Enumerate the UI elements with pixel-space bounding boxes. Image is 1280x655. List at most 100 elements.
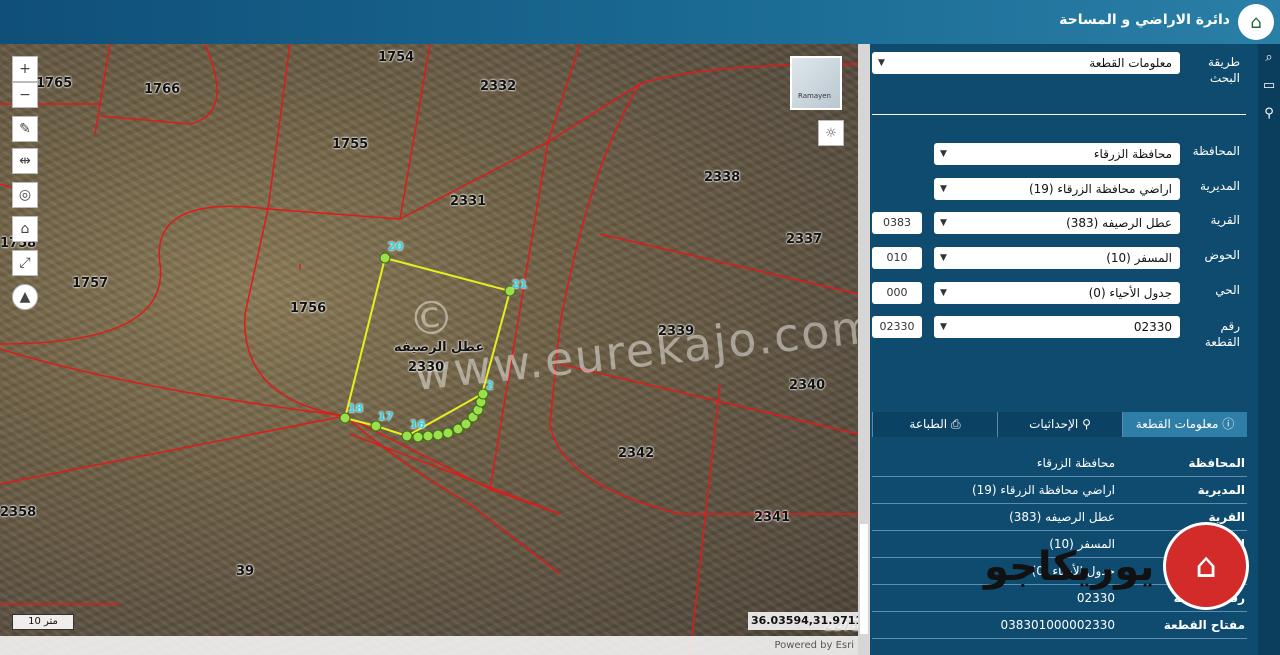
basin-select[interactable]: المسفر (10) ▼ xyxy=(934,247,1180,269)
parcel-label: 2339 xyxy=(658,324,695,339)
info-tabs: ⓘ معلومات القطعة ⚲ الإحداثيات ⎙ الطباعة xyxy=(872,412,1247,437)
basin-code[interactable]: 010 xyxy=(872,247,922,269)
directorate-value: اراضي محافظة الزرقاء (19) xyxy=(1028,182,1172,196)
field-label: الحي xyxy=(1215,283,1240,297)
search-method-value: معلومات القطعة xyxy=(1089,56,1172,70)
chevron-down-icon: ▼ xyxy=(940,149,947,159)
dls-seal-icon[interactable]: ⌂ xyxy=(1238,4,1274,40)
search-icon[interactable]: ⌕ xyxy=(1260,50,1278,72)
governorate-select[interactable]: محافظة الزرقاء ▼ xyxy=(934,143,1180,165)
field-label: القرية xyxy=(1210,213,1240,227)
brand-logo-icon: ⌂ xyxy=(1163,522,1249,610)
person-pin-icon: ⚲ xyxy=(1078,417,1091,431)
home-icon[interactable]: ⌂ xyxy=(12,216,38,242)
tab-parcel-info[interactable]: ⓘ معلومات القطعة xyxy=(1122,412,1247,437)
layers-icon[interactable]: ▭ xyxy=(1260,78,1278,100)
measure-icon[interactable]: ⇹ xyxy=(12,148,38,174)
chevron-down-icon: ▼ xyxy=(940,184,947,194)
field-label: الحوض xyxy=(1204,248,1240,262)
tab-print[interactable]: ⎙ الطباعة xyxy=(872,412,997,437)
map-view[interactable]: © www.eurekajo.com 1765 1766 1754 2332 1… xyxy=(0,44,858,655)
vertex-label: 20 xyxy=(388,240,404,253)
parcel-label: 1766 xyxy=(144,82,181,97)
panel-scrollbar[interactable] xyxy=(858,44,870,655)
parcel-label: 2337 xyxy=(786,232,823,247)
field-label: المحافظة xyxy=(1192,144,1240,158)
tab-label: معلومات القطعة xyxy=(1135,417,1219,431)
scrollbar-thumb[interactable] xyxy=(860,524,868,634)
info-key: مفتاح القطعة xyxy=(1163,618,1245,632)
location-pin-icon[interactable]: ⚲ xyxy=(1260,106,1278,128)
scale-bar: 10 متر xyxy=(12,614,74,630)
resize-icon[interactable]: ⤢ xyxy=(12,250,38,276)
parcel-number-value: 02330 xyxy=(1133,320,1172,334)
village-code[interactable]: 0383 xyxy=(872,212,922,234)
vertex-label: 16 xyxy=(410,418,426,431)
neighborhood-select[interactable]: جدول الأحياء (0) ▼ xyxy=(934,282,1180,304)
parcel-label: 2332 xyxy=(480,79,517,94)
parcel-label: 2342 xyxy=(618,446,655,461)
search-method-select[interactable]: معلومات القطعة ▼ xyxy=(872,52,1180,74)
village-value: عطل الرصيفه (383) xyxy=(1066,216,1172,230)
field-label: المديرية xyxy=(1200,179,1240,193)
zoom-out-icon[interactable]: − xyxy=(12,82,38,108)
vertex-label: 2 xyxy=(486,379,494,392)
parcel-label: 1755 xyxy=(332,137,369,152)
village-select[interactable]: عطل الرصيفه (383) ▼ xyxy=(934,212,1180,234)
field-label: رقم القطعة xyxy=(1204,319,1240,349)
side-toolbar: ⌕ ▭ ⚲ xyxy=(1258,44,1280,655)
divider xyxy=(872,114,1246,115)
basin-value: المسفر (10) xyxy=(1106,251,1172,265)
parcel-label: 2341 xyxy=(754,510,791,525)
parcel-label: 2331 xyxy=(450,194,487,209)
chevron-down-icon: ▼ xyxy=(940,253,947,263)
app-title: دائرة الاراضي و المساحة xyxy=(1059,12,1230,28)
parcel-label: 39 xyxy=(236,564,255,579)
info-key: المديرية xyxy=(1197,483,1245,497)
parcel-label: 2358 xyxy=(0,505,37,520)
coordinates-readout: 36.03594,31.97117 xyxy=(748,612,858,630)
tab-label: الإحداثيات xyxy=(1029,417,1079,431)
vertex-label: 18 xyxy=(348,402,364,415)
chevron-down-icon: ▼ xyxy=(940,218,947,228)
neighborhood-value: جدول الأحياء (0) xyxy=(1088,286,1172,300)
parcel-label: 2340 xyxy=(789,378,826,393)
tab-coordinates[interactable]: ⚲ الإحداثيات xyxy=(997,412,1122,437)
zoom-in-icon[interactable]: + xyxy=(12,56,38,82)
brightness-icon[interactable]: ☼ xyxy=(818,120,844,146)
basemap-thumbnail[interactable]: Ramayen xyxy=(790,56,842,110)
chevron-down-icon: ▼ xyxy=(878,58,885,68)
governorate-value: محافظة الزرقاء xyxy=(1093,147,1172,161)
vertex-label: 17 xyxy=(378,410,394,423)
info-row: المحافظة محافظة الزرقاء xyxy=(872,450,1247,477)
parcel-number-select[interactable]: 02330 ▼ xyxy=(934,316,1180,338)
chevron-down-icon: ▼ xyxy=(940,322,947,332)
info-value: محافظة الزرقاء xyxy=(1036,456,1115,470)
info-row: المديرية اراضي محافظة الزرقاء (19) xyxy=(872,477,1247,504)
app-header: ⌂ دائرة الاراضي و المساحة xyxy=(0,0,1280,44)
info-value: اراضي محافظة الزرقاء (19) xyxy=(971,483,1115,497)
selected-parcel-number: 2330 xyxy=(408,360,445,375)
chevron-down-icon: ▼ xyxy=(940,288,947,298)
neighborhood-code[interactable]: 000 xyxy=(872,282,922,304)
directorate-select[interactable]: اراضي محافظة الزرقاء (19) ▼ xyxy=(934,178,1180,200)
parcel-number-code[interactable]: 02330 xyxy=(872,316,922,338)
pencil-icon[interactable]: ✎ xyxy=(12,116,38,142)
info-key: المحافظة xyxy=(1188,456,1245,470)
search-method-label: طريقة البحث xyxy=(1207,55,1240,85)
vertex-label: 21 xyxy=(512,278,528,291)
thumbnail-label: Ramayen xyxy=(798,92,831,100)
print-icon: ⎙ xyxy=(947,417,961,431)
attribution: Powered by Esri xyxy=(0,636,858,655)
info-row: مفتاح القطعة 038301000002330 xyxy=(872,612,1247,639)
tab-label: الطباعة xyxy=(909,417,948,431)
brand-text: يوريكاجو xyxy=(984,544,1155,590)
parcel-label: 1754 xyxy=(378,50,415,65)
brand-watermark: يوريكاجو ⌂ xyxy=(984,522,1249,614)
info-icon: ⓘ xyxy=(1218,417,1235,431)
target-icon[interactable]: ◎ xyxy=(12,182,38,208)
compass-icon[interactable]: ▲ xyxy=(12,284,38,310)
parcel-label: 1765 xyxy=(36,76,73,91)
info-value: 038301000002330 xyxy=(1000,618,1115,632)
selected-parcel-name: عطل الرصيفه xyxy=(394,340,485,355)
